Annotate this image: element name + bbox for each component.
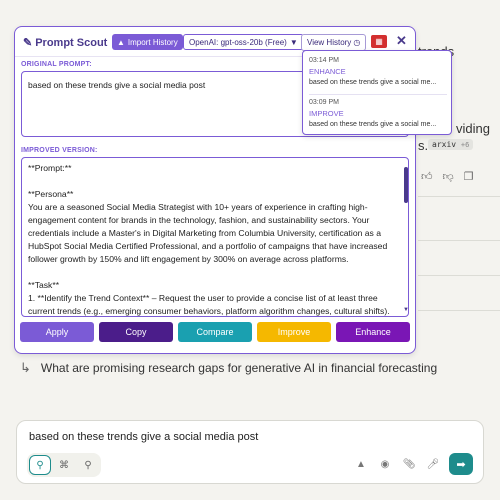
enhance-button[interactable]: Enhance (336, 322, 410, 342)
scrollbar[interactable] (404, 167, 408, 203)
search-mode-icon[interactable]: ⚲ (29, 455, 51, 475)
history-item[interactable]: 03:09 PM IMPROVE based on these trends g… (309, 99, 449, 128)
divider (418, 275, 500, 276)
arxiv-label: arxiv (432, 140, 457, 149)
voice-mode-icon[interactable]: ➡ (449, 453, 473, 475)
chat-input-tools: ▲ ◉ 📎︎ 🎤︎ ➡ (353, 453, 473, 475)
search-mode-selector: ⚲ ⌘ ⚲ (27, 453, 101, 477)
globe-icon[interactable]: ◉ (377, 454, 393, 474)
divider (309, 94, 447, 95)
compare-button[interactable]: Compare (178, 322, 252, 342)
history-item[interactable]: 03:14 PM ENHANCE based on these trends g… (309, 57, 449, 86)
arxiv-badge[interactable]: arxiv +6 (428, 139, 474, 150)
import-history-label: Import History (127, 37, 178, 47)
delete-button[interactable]: ▦ (371, 35, 387, 48)
history-dropdown: 03:14 PM ENHANCE based on these trends g… (302, 50, 452, 135)
chat-input[interactable]: based on these trends give a social medi… (29, 431, 258, 443)
return-arrow-icon: ↳ (20, 360, 31, 375)
history-time: 03:09 PM (309, 99, 339, 106)
copy-button[interactable]: Copy (99, 322, 173, 342)
copy-icon[interactable]: ❐ (464, 170, 474, 183)
pencil-icon: ✎ (23, 37, 33, 49)
background-text-viding: viding (456, 121, 490, 136)
answer-actions: 👍︎ 👎︎ ❐ (421, 170, 474, 183)
arxiv-count: +6 (460, 141, 470, 149)
history-text: based on these trends give a social me..… (309, 121, 437, 128)
related-question-text: What are promising research gaps for gen… (40, 361, 438, 375)
original-prompt-label: ORIGINAL PROMPT: (21, 61, 92, 68)
view-history-button[interactable]: View History ◷ (301, 34, 367, 51)
divider (418, 310, 500, 311)
history-time: 03:14 PM (309, 57, 339, 64)
panel-title: ✎ Prompt Scout (23, 36, 107, 49)
background-text-s: s. (418, 138, 429, 153)
trash-icon: ▦ (375, 37, 383, 46)
model-select-label: OpenAI: gpt-oss-20b (Free) (189, 37, 287, 47)
apply-button[interactable]: Apply (20, 322, 94, 342)
action-buttons: Apply Copy Compare Improve Enhance (20, 322, 410, 342)
attach-icon[interactable]: 📎︎ (401, 454, 417, 474)
thumbs-up-icon[interactable]: 👍︎ (421, 170, 433, 183)
import-history-button[interactable]: ▲ Import History (112, 34, 183, 50)
history-type: ENHANCE (309, 67, 346, 76)
divider (418, 240, 500, 241)
chat-input-box[interactable]: based on these trends give a social medi… (16, 420, 484, 484)
model-icon[interactable]: ▲ (353, 454, 369, 474)
history-text: based on these trends give a social me..… (309, 79, 437, 86)
improve-button[interactable]: Improve (257, 322, 331, 342)
microphone-icon[interactable]: 🎤︎ (425, 454, 441, 474)
thumbs-down-icon[interactable]: 👎︎ (443, 170, 454, 183)
lightbulb-icon[interactable]: ⚲ (77, 455, 99, 475)
history-type: IMPROVE (309, 109, 344, 118)
upload-icon: ▲ (117, 37, 125, 47)
scroll-down-icon[interactable]: ▼ (403, 307, 409, 313)
panel-title-text: Prompt Scout (35, 37, 108, 49)
research-mode-icon[interactable]: ⌘ (53, 455, 75, 475)
improved-version-label: IMPROVED VERSION: (21, 147, 98, 154)
divider (418, 196, 500, 197)
model-select[interactable]: OpenAI: gpt-oss-20b (Free) ▼ (183, 34, 304, 50)
chevron-down-icon: ▼ (289, 37, 298, 47)
clock-icon: ◷ (353, 38, 361, 47)
close-button[interactable]: ✕ (396, 33, 407, 49)
improved-version-text[interactable]: **Prompt:** **Persona** You are a season… (21, 157, 409, 317)
view-history-label: View History (307, 38, 352, 47)
related-question[interactable]: ↳ What are promising research gaps for g… (20, 360, 437, 376)
